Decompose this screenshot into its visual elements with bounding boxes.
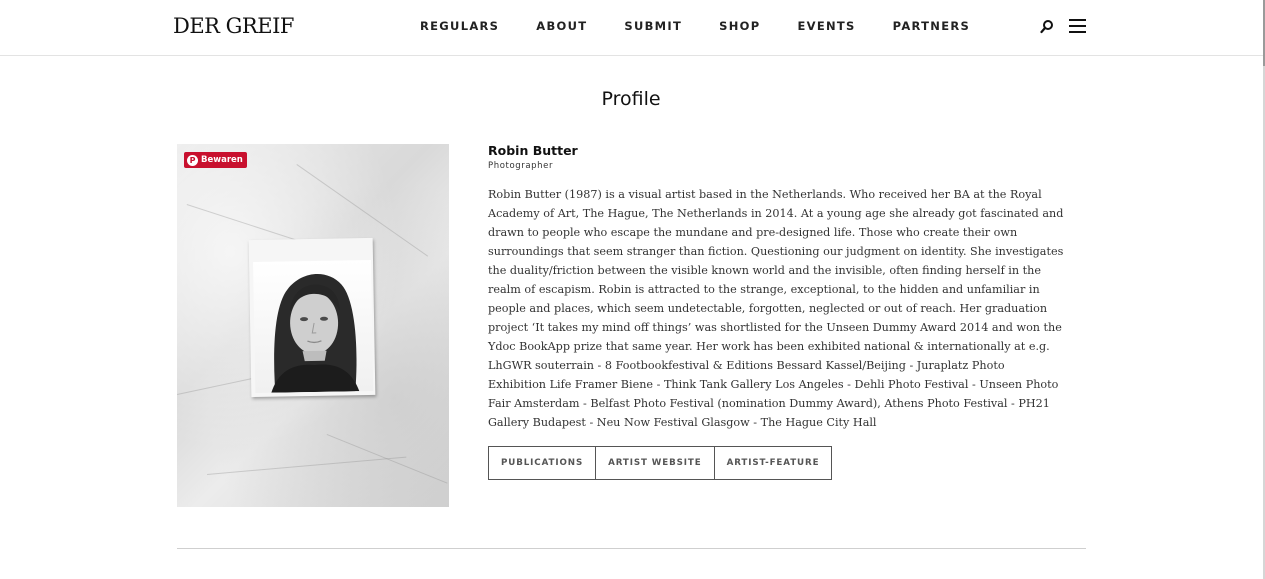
bio-line: Gallery Budapest - Neu Now Festival Glas… xyxy=(488,416,877,429)
pinterest-icon: P xyxy=(187,154,198,166)
top-navigation-bar: DER GREIF REGULARS ABOUT SUBMIT SHOP EVE… xyxy=(0,0,1265,56)
bio-line: Exhibition Life Framer Biene - Think Tan… xyxy=(488,378,1059,391)
artist-name: Robin Butter xyxy=(488,143,578,158)
publications-button[interactable]: PUBLICATIONS xyxy=(489,447,597,479)
profile-link-buttons: PUBLICATIONS ARTIST WEBSITE ARTIST-FEATU… xyxy=(488,446,833,480)
bio-line: people and places, which seem undetectab… xyxy=(488,302,1048,315)
artist-feature-button[interactable]: ARTIST-FEATURE xyxy=(715,447,832,479)
bio-line: project ‘It takes my mind off things’ wa… xyxy=(488,321,1062,334)
profile-photo xyxy=(177,144,449,507)
artist-role: Photographer xyxy=(488,161,554,171)
nav-item-events[interactable]: EVENTS xyxy=(797,19,855,33)
site-logo[interactable]: DER GREIF xyxy=(173,14,294,38)
bio-line: realm of escapism. Robin is attracted to… xyxy=(488,283,1040,296)
bio-line: the duality/friction between the visible… xyxy=(488,264,1041,277)
hamburger-menu-icon[interactable] xyxy=(1069,19,1087,34)
bio-line: LhGWR souterrain - 8 Footbookfestival & … xyxy=(488,359,1005,372)
nav-item-partners[interactable]: PARTNERS xyxy=(893,19,970,33)
bio-line: surroundings that seem stranger than fic… xyxy=(488,245,1064,258)
main-nav: REGULARS ABOUT SUBMIT SHOP EVENTS PARTNE… xyxy=(420,19,1007,33)
bio-line: Ydoc BookApp prize that same year. Her w… xyxy=(488,340,1050,353)
portrait-image xyxy=(253,259,374,394)
portrait-print xyxy=(248,237,376,398)
pin-button-label: Bewaren xyxy=(201,155,243,165)
bio-line: Academy of Art, The Hague, The Netherlan… xyxy=(488,207,1064,220)
artist-website-button[interactable]: ARTIST WEBSITE xyxy=(596,447,715,479)
nav-item-shop[interactable]: SHOP xyxy=(719,19,760,33)
search-icon[interactable] xyxy=(1040,19,1054,35)
page-title: Profile xyxy=(601,88,661,110)
bio-line: drawn to people who escape the mundane a… xyxy=(488,226,1018,239)
nav-item-submit[interactable]: SUBMIT xyxy=(624,19,682,33)
section-divider xyxy=(177,548,1086,549)
nav-item-regulars[interactable]: REGULARS xyxy=(420,19,499,33)
nav-item-about[interactable]: ABOUT xyxy=(536,19,587,33)
bio-line: Robin Butter (1987) is a visual artist b… xyxy=(488,188,1042,201)
pinterest-save-button[interactable]: P Bewaren xyxy=(184,152,247,168)
artist-bio: Robin Butter (1987) is a visual artist b… xyxy=(488,185,1088,432)
bio-line: Fair Amsterdam - Belfast Photo Festival … xyxy=(488,397,1050,410)
